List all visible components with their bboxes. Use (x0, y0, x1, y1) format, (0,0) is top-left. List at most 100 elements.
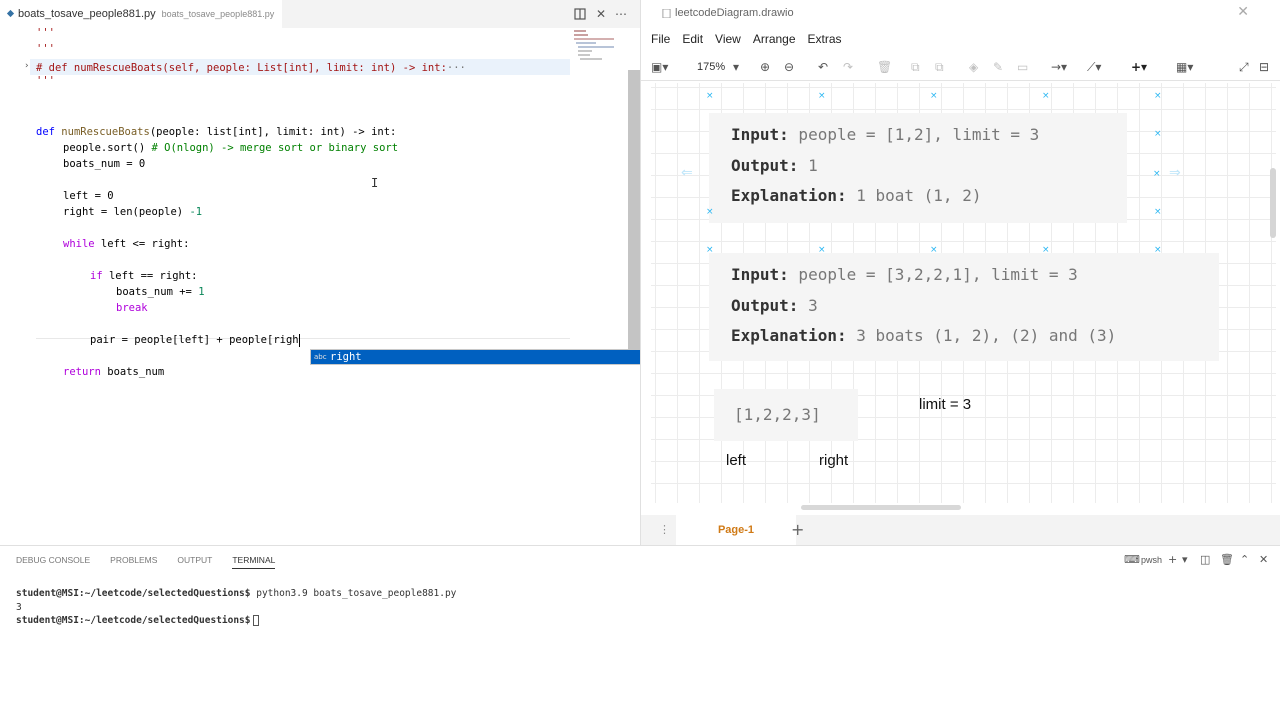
page-tab[interactable]: Page-1 (676, 515, 796, 545)
redo-icon[interactable]: ↷ (843, 60, 853, 74)
code-line: left = 0 (63, 190, 114, 202)
arrow-left-icon[interactable]: ⇐ (681, 165, 693, 181)
bottom-panel: DEBUG CONSOLE PROBLEMS OUTPUT TERMINAL ⌨… (0, 545, 1280, 720)
code-line: if left == right: (90, 270, 198, 282)
example1-textbox[interactable]: Input: people = [1,2], limit = 3 Output:… (709, 113, 1127, 223)
editor-tab-bar: boats_tosave_people881.py boats_tosave_p… (0, 0, 640, 28)
text-suggestion-icon: abc (314, 353, 327, 361)
autocomplete-suggestion[interactable]: abc right (310, 349, 655, 365)
trash-icon[interactable]: 🗑 (1220, 553, 1234, 566)
selection-handle-icon[interactable]: × (706, 207, 714, 217)
add-page-icon[interactable]: + (791, 520, 804, 539)
terminal-line: 3 (16, 601, 22, 613)
connection-icon[interactable]: →▾ (1051, 60, 1067, 74)
tab-debug-console[interactable]: DEBUG CONSOLE (16, 555, 90, 569)
code-editor: boats_tosave_people881.py boats_tosave_p… (0, 0, 655, 545)
app-window: boats_tosave_people881.py boats_tosave_p… (0, 0, 1280, 720)
chevron-right-icon[interactable]: › (24, 61, 29, 71)
tab-problems[interactable]: PROBLEMS (110, 555, 157, 569)
chevron-down-icon[interactable]: ▾ (733, 60, 739, 74)
editor-tab[interactable]: boats_tosave_people881.py boats_tosave_p… (0, 0, 283, 28)
menu-extras[interactable]: Extras (808, 32, 842, 50)
arrow-right-icon[interactable]: ⇒ (1169, 165, 1181, 181)
split-editor-icon[interactable] (572, 6, 588, 22)
array-textbox[interactable]: [1,2,2,3] (714, 389, 858, 441)
right-pointer-label[interactable]: right (819, 452, 848, 469)
pages-menu-icon[interactable]: ⋮ (659, 523, 670, 536)
code-line: people.sort() # O(nlogn) -> merge sort o… (63, 142, 399, 154)
selection-handle-icon[interactable]: × (1154, 91, 1162, 101)
close-icon[interactable]: ✕ (1237, 4, 1249, 20)
drawio-editor: leetcodeDiagram.drawio ✕ File Edit View … (640, 0, 1280, 545)
python-file-icon (6, 9, 15, 18)
zoom-in-icon[interactable]: ⊕ (760, 60, 770, 74)
panel-tabs: DEBUG CONSOLE PROBLEMS OUTPUT TERMINAL (16, 555, 276, 569)
close-icon[interactable]: ✕ (1259, 553, 1268, 566)
terminal-line: student@MSI:~/leetcode/selectedQuestions… (16, 614, 456, 628)
delete-icon[interactable]: 🗑 (877, 60, 892, 74)
drawio-titlebar: leetcodeDiagram.drawio ✕ (641, 0, 1280, 28)
fill-color-icon[interactable]: ◈ (969, 60, 978, 74)
tab-output[interactable]: OUTPUT (177, 555, 212, 569)
drawio-menubar: File Edit View Arrange Extras (651, 32, 842, 50)
code-line: boats_num += 1 (116, 286, 205, 298)
left-pointer-label[interactable]: left (726, 452, 746, 469)
fullscreen-icon[interactable]: ⤢ (1239, 60, 1249, 75)
table-icon[interactable]: ▦▾ (1176, 60, 1193, 74)
code-line: ''' (36, 43, 55, 55)
selection-handle-icon[interactable]: × (1154, 207, 1162, 217)
code-line: break (116, 302, 148, 314)
waypoints-icon[interactable]: ⟋▾ (1087, 60, 1101, 75)
text-cursor-icon: I (371, 176, 379, 190)
code-area[interactable]: › ''' ''' # def numRescueBoats(self, peo… (0, 27, 570, 545)
code-line: return boats_num (63, 366, 165, 378)
undo-icon[interactable]: ↶ (818, 60, 828, 74)
code-line: right = len(people) -1 (63, 206, 203, 218)
more-actions-icon[interactable]: ⋯ (613, 6, 629, 22)
text-cursor (298, 333, 300, 347)
shell-name[interactable]: pwsh (1141, 555, 1162, 565)
maximize-panel-icon[interactable]: ⌃ (1240, 553, 1249, 566)
collapse-icon[interactable]: ⊟ (1259, 60, 1269, 74)
diagram-canvas[interactable]: × × × × × Input: people = [1,2], limit =… (651, 83, 1276, 503)
selection-handle-icon[interactable]: × (1153, 169, 1161, 179)
menu-arrange[interactable]: Arrange (753, 32, 796, 50)
line-color-icon[interactable]: ✎ (993, 60, 1003, 74)
close-icon[interactable]: ✕ (593, 6, 609, 22)
selection-handle-icon[interactable]: × (930, 91, 938, 101)
to-back-icon[interactable]: ⧉ (935, 60, 944, 75)
to-front-icon[interactable]: ⧉ (911, 60, 920, 75)
menu-file[interactable]: File (651, 32, 670, 50)
terminal-output[interactable]: student@MSI:~/leetcode/selectedQuestions… (16, 587, 456, 628)
selection-handle-icon[interactable]: × (818, 91, 826, 101)
terminal-cursor (252, 615, 259, 626)
limit-label[interactable]: limit = 3 (919, 396, 971, 413)
code-line: ''' (36, 75, 55, 87)
format-panel-icon[interactable]: ▣▾ (651, 60, 668, 74)
zoom-out-icon[interactable]: ⊖ (784, 60, 794, 74)
menu-edit[interactable]: Edit (682, 32, 703, 50)
shadow-icon[interactable]: ▭ (1017, 60, 1028, 74)
drawio-toolbar: ▣▾ 175% ▾ ⊕ ⊖ ↶ ↷ 🗑 ⧉ ⧉ ◈ ✎ ▭ →▾ ⟋▾ +▾ ▦… (641, 55, 1280, 81)
code-line: ''' (36, 27, 55, 39)
menu-view[interactable]: View (715, 32, 741, 50)
minimap[interactable] (572, 28, 628, 68)
terminal-line: student@MSI:~/leetcode/selectedQuestions… (16, 588, 457, 599)
editor-tab-filename: boats_tosave_people881.py (18, 8, 156, 20)
code-line: def numRescueBoats(people: list[int], li… (36, 126, 397, 138)
selection-handle-icon[interactable]: × (1154, 129, 1162, 139)
split-terminal-icon[interactable]: ◫ (1200, 553, 1210, 566)
code-line-active[interactable]: pair = people[left] + people[righ (90, 332, 300, 348)
folded-code-line[interactable]: # def numRescueBoats(self, people: List[… (36, 60, 466, 76)
example2-textbox[interactable]: Input: people = [3,2,2,1], limit = 3 Out… (709, 253, 1219, 361)
tab-terminal[interactable]: TERMINAL (232, 555, 276, 569)
new-terminal-icon[interactable]: + (1168, 553, 1177, 566)
selection-handle-icon[interactable]: × (706, 91, 714, 101)
zoom-level[interactable]: 175% (697, 61, 725, 73)
canvas-horizontal-scrollbar[interactable] (801, 505, 961, 510)
insert-icon[interactable]: +▾ (1131, 60, 1147, 74)
selection-handle-icon[interactable]: × (1042, 91, 1050, 101)
chevron-down-icon[interactable]: ▾ (1182, 553, 1188, 566)
canvas-vertical-scrollbar[interactable] (1270, 168, 1276, 238)
editor-scrollbar[interactable] (628, 70, 640, 350)
